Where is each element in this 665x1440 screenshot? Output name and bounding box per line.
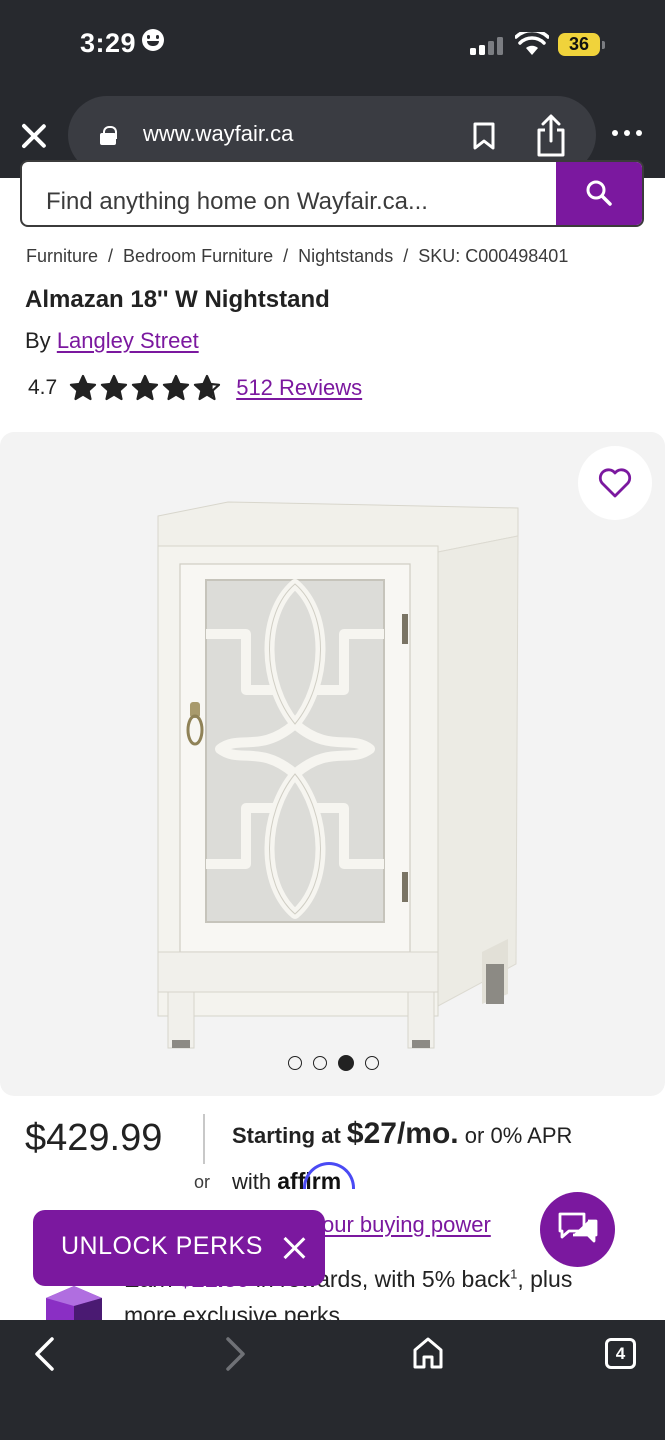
breadcrumb-bedroom-furniture[interactable]: Bedroom Furniture <box>123 246 273 266</box>
rewards-tail: , plus <box>517 1266 573 1292</box>
battery-indicator: 36 <box>558 33 605 56</box>
reviews-link[interactable]: 512 Reviews <box>236 375 362 401</box>
apr-text: or 0% APR <box>464 1123 573 1148</box>
breadcrumb-separator: / <box>108 246 114 266</box>
cellular-signal-icon <box>470 37 506 55</box>
star-icon <box>132 374 159 401</box>
search-input[interactable] <box>22 162 558 225</box>
bookmark-icon[interactable] <box>472 122 496 150</box>
breadcrumb-separator: / <box>403 246 409 266</box>
close-icon[interactable] <box>281 1234 309 1262</box>
gallery-dot[interactable] <box>338 1055 354 1071</box>
star-icon <box>194 374 221 401</box>
close-browser-button[interactable] <box>18 120 50 152</box>
nightstand-image <box>157 501 519 1049</box>
home-icon[interactable] <box>412 1336 444 1370</box>
smile-icon <box>142 29 165 51</box>
with-label: with <box>232 1169 272 1194</box>
search-bar <box>20 160 644 227</box>
chat-icon <box>558 1212 598 1243</box>
share-icon[interactable] <box>534 114 568 158</box>
starting-at-label: Starting at <box>232 1123 341 1148</box>
brand-link[interactable]: Langley Street <box>57 328 199 353</box>
brand-line: By Langley Street <box>25 328 199 354</box>
star-icon <box>70 374 97 401</box>
product-gallery[interactable] <box>0 432 665 1096</box>
search-button[interactable] <box>556 162 642 225</box>
breadcrumb-nightstands[interactable]: Nightstands <box>298 246 393 266</box>
wifi-icon <box>515 32 549 55</box>
buying-power-link[interactable]: our buying power <box>322 1212 491 1238</box>
tabs-button[interactable]: 4 <box>605 1338 636 1369</box>
breadcrumb-separator: / <box>283 246 289 266</box>
heart-icon <box>598 468 632 498</box>
url-text: www.wayfair.ca <box>143 121 294 146</box>
affirm-logo: affirm <box>277 1168 342 1194</box>
more-options-icon[interactable] <box>612 130 644 138</box>
lock-icon <box>100 126 117 145</box>
status-time-text: 3:29 <box>80 28 137 58</box>
affirm-line: with affirm <box>232 1168 341 1195</box>
breadcrumb: Furniture / Bedroom Furniture / Nightstands /… <box>26 246 568 267</box>
star-icon <box>163 374 190 401</box>
monthly-price: $27/mo. <box>346 1117 459 1150</box>
gallery-pagination <box>288 1055 390 1071</box>
product-title: Almazan 18'' W Nightstand <box>25 286 330 313</box>
chat-button[interactable] <box>540 1192 615 1267</box>
gallery-dot[interactable] <box>365 1056 379 1070</box>
breadcrumb-furniture[interactable]: Furniture <box>26 246 98 266</box>
star-icon <box>101 374 128 401</box>
product-price: $429.99 <box>25 1117 163 1159</box>
gallery-dot[interactable] <box>313 1056 327 1070</box>
price-divider <box>203 1114 205 1164</box>
star-rating <box>69 374 224 402</box>
unlock-perks-banner[interactable]: UNLOCK PERKS <box>33 1210 325 1286</box>
rating-value: 4.7 <box>28 376 58 399</box>
by-label: By <box>25 328 51 353</box>
gallery-dot[interactable] <box>288 1056 302 1070</box>
or-label: or <box>194 1172 211 1192</box>
forward-arrow-icon[interactable] <box>224 1336 248 1372</box>
search-icon <box>586 180 612 206</box>
financing-text: Starting at $27/mo. or 0% APR <box>232 1117 572 1151</box>
sku-label: SKU: C000498401 <box>418 246 569 266</box>
favorite-button[interactable] <box>578 446 652 520</box>
back-arrow-icon[interactable] <box>32 1336 56 1372</box>
browser-bottom-toolbar: 4 <box>0 1320 665 1440</box>
status-bar: 3:29 36 <box>0 0 665 90</box>
unlock-perks-label: UNLOCK PERKS <box>61 1232 263 1260</box>
status-time: 3:29 <box>80 28 165 59</box>
rating-row: 4.7 512 Reviews <box>28 372 362 404</box>
